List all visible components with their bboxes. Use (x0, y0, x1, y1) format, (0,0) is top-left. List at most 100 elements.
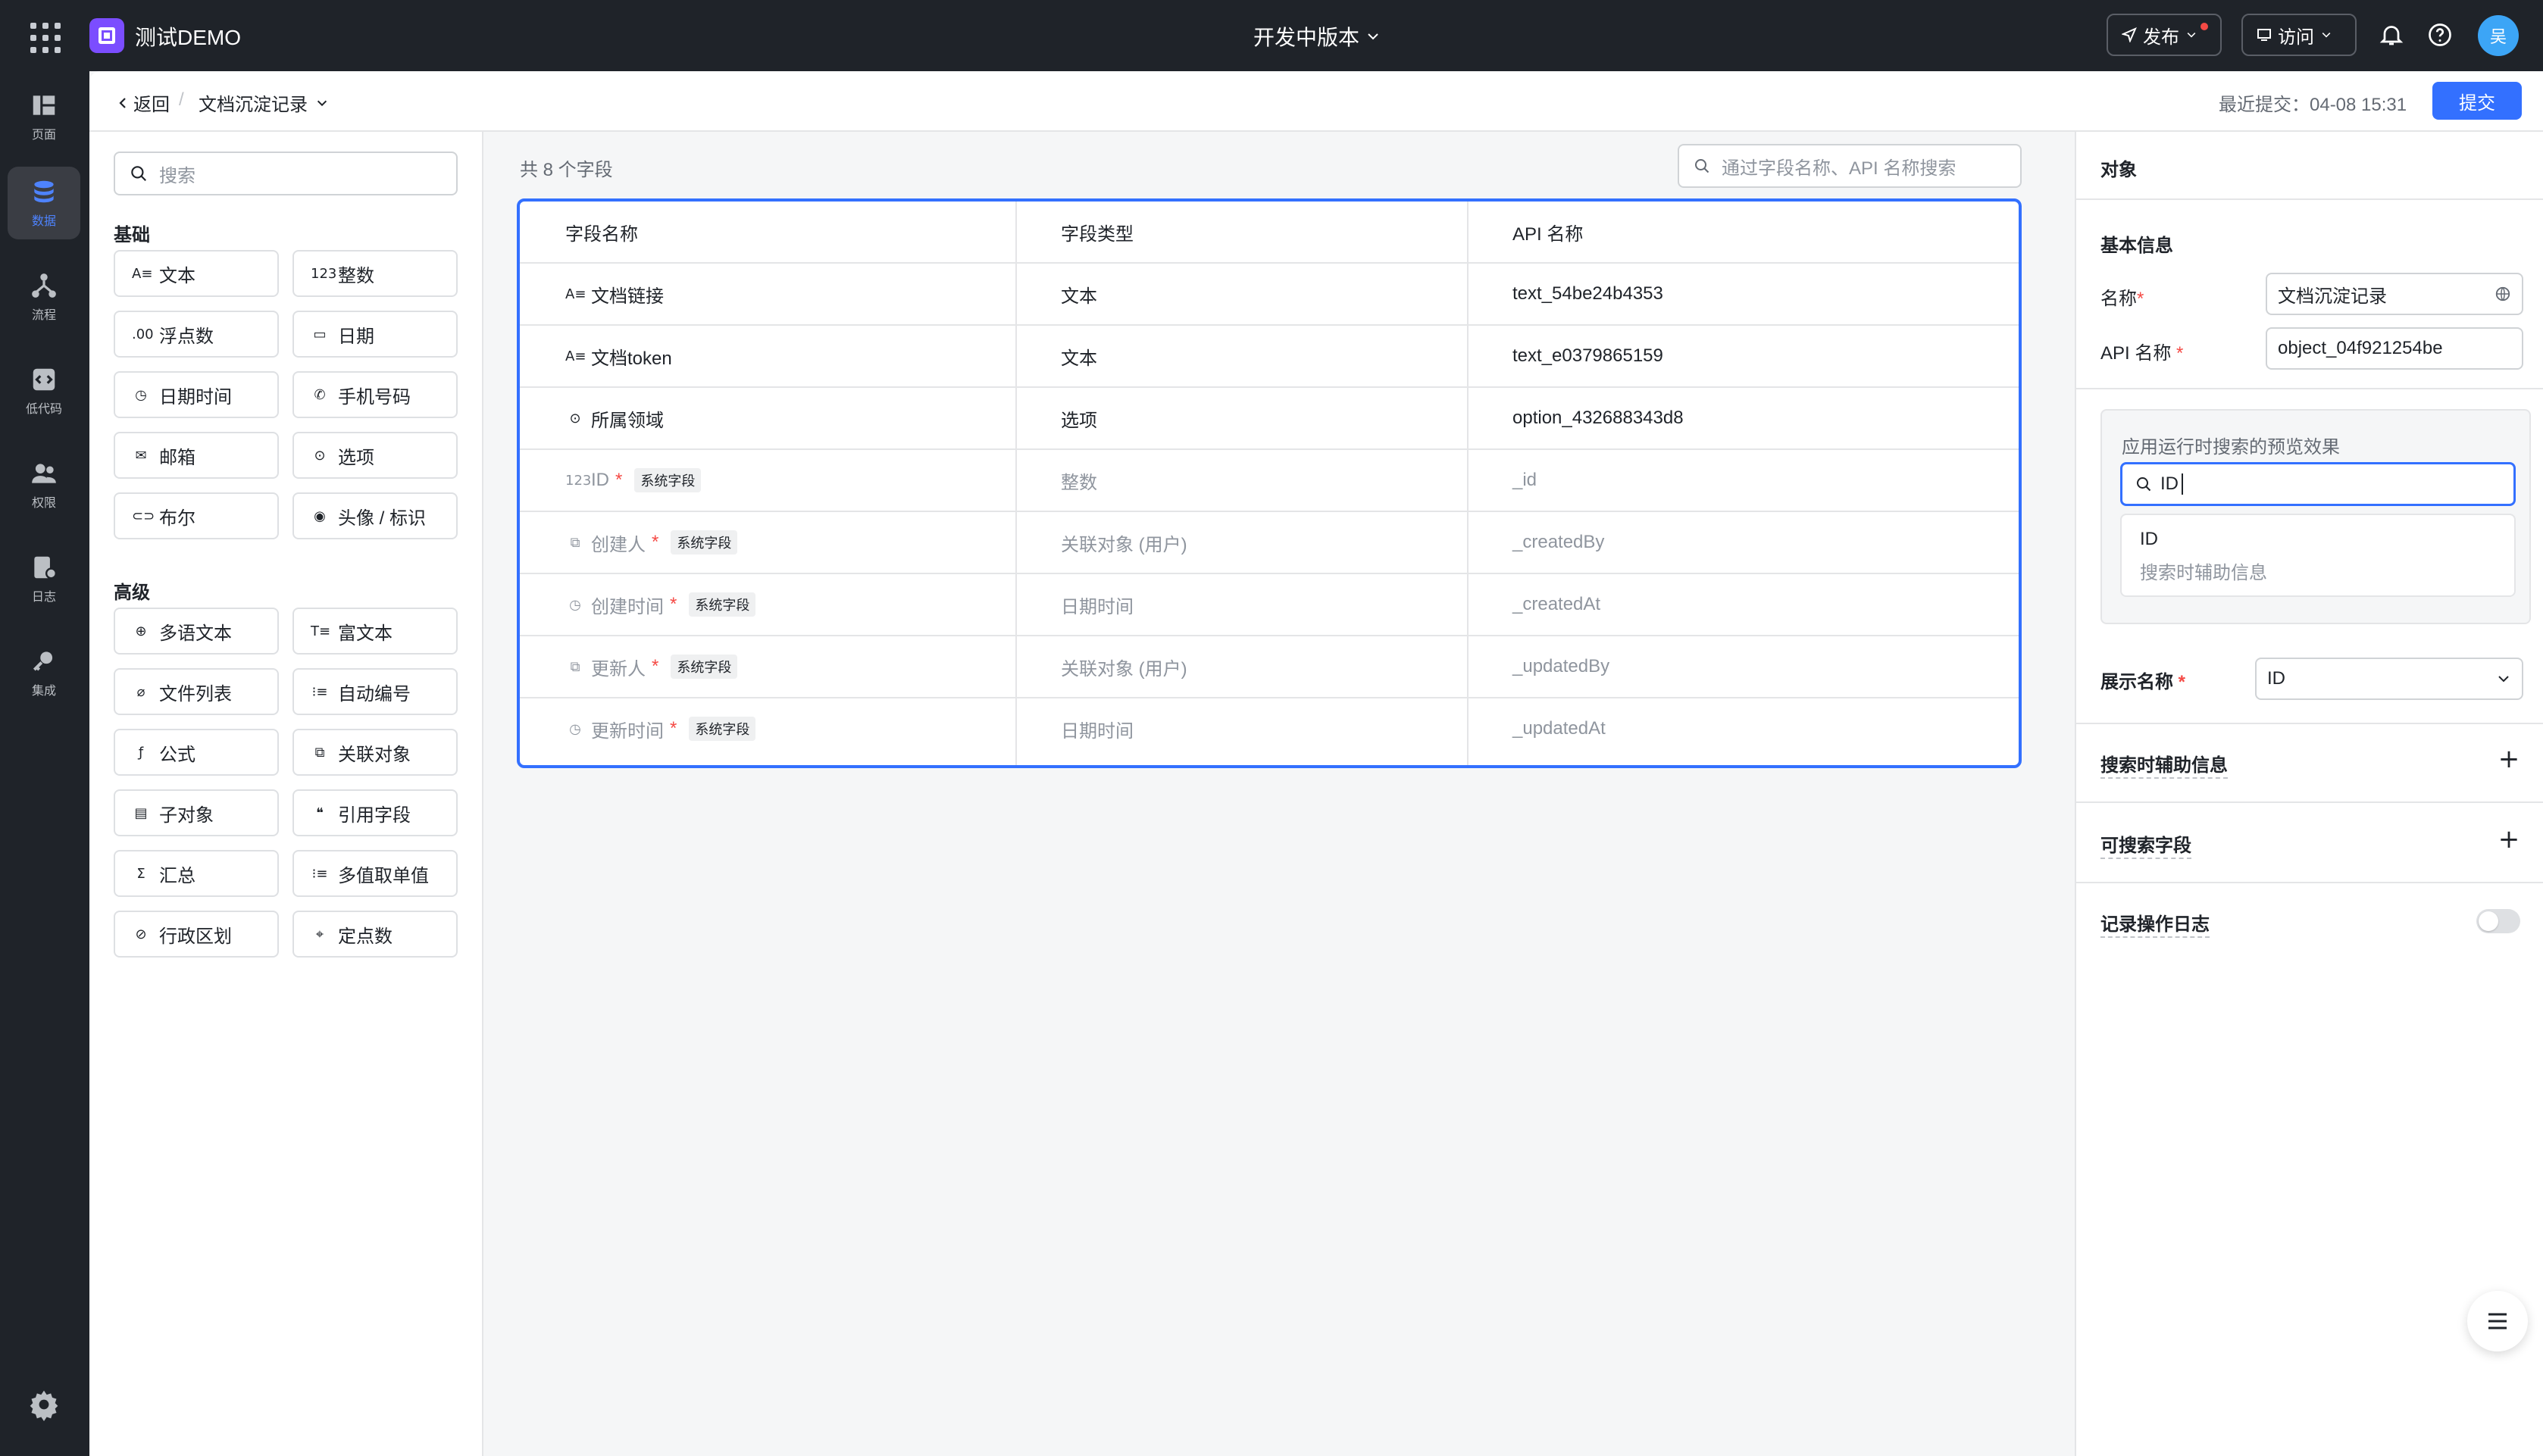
version-selector[interactable]: 开发中版本 (1253, 21, 1381, 52)
palette-search-input[interactable]: 搜索 (114, 152, 458, 195)
rail-item-flow[interactable]: 流程 (8, 261, 80, 333)
menu-fab[interactable] (2467, 1291, 2528, 1351)
app-name[interactable]: 测试DEMO (135, 21, 241, 52)
field-type-icon: A≡ (565, 348, 586, 364)
rail-item-lowcode[interactable]: 低代码 (8, 355, 80, 427)
field-type-icon: ⁝≡ (311, 683, 328, 700)
object-switcher[interactable]: 文档沉淀记录 (199, 89, 329, 116)
add-search-aux-icon[interactable]: + (2498, 746, 2520, 772)
gear-icon[interactable] (27, 1388, 61, 1421)
visit-label: 访问 (2278, 27, 2314, 48)
display-name-label-text: 展示名称 (2100, 672, 2173, 692)
preview-result-item[interactable]: ID 搜索时辅助信息 (2120, 514, 2516, 597)
field-name-cell: ⧉ 创建人 * 系统字段 (565, 512, 1012, 573)
table-row[interactable]: ⧉ 创建人 * 系统字段 关联对象 (用户) _createdBy (520, 512, 2019, 574)
app-logo[interactable] (89, 18, 124, 53)
chevron-left-icon (119, 97, 126, 108)
display-name-select[interactable]: ID (2255, 658, 2523, 700)
version-label: 开发中版本 (1253, 26, 1360, 49)
rail-item-permission[interactable]: 权限 (8, 448, 80, 521)
palette-item-basic[interactable]: ⊙ 选项 (292, 432, 458, 479)
system-field-badge: 系统字段 (689, 717, 756, 741)
field-type-icon: ✆ (314, 386, 326, 403)
palette-item-advanced[interactable]: ƒ 公式 (114, 729, 279, 776)
palette-item-basic[interactable]: A≡ 文本 (114, 250, 279, 297)
system-field-badge: 系统字段 (671, 655, 738, 679)
field-name-cell: A≡ 文档链接 (565, 264, 1012, 324)
palette-item-basic[interactable]: 123 整数 (292, 250, 458, 297)
palette-item-label: 子对象 (159, 805, 214, 826)
palette-item-advanced[interactable]: ⌖ 定点数 (292, 911, 458, 958)
breadcrumb-object-name: 文档沉淀记录 (199, 95, 308, 115)
avatar[interactable]: 吴 (2478, 15, 2519, 56)
object-name-field[interactable]: 文档沉淀记录 (2266, 273, 2523, 315)
operation-log-toggle[interactable] (2476, 909, 2520, 933)
field-name-cell: ◷ 创建时间 * 系统字段 (565, 574, 1012, 635)
palette-item-basic[interactable]: .00 浮点数 (114, 311, 279, 358)
add-searchable-field-icon[interactable]: + (2498, 826, 2520, 852)
rail-item-page[interactable]: 页面 (8, 80, 80, 153)
bell-icon[interactable] (2378, 21, 2405, 48)
field-table: 字段名称 字段类型 API 名称 A≡ 文档链接 文本 text_54be24b435… (517, 198, 2022, 768)
notification-dot (2200, 23, 2208, 30)
name-label: 名称* (2100, 283, 2144, 310)
api-name-cell: text_54be24b4353 (1512, 283, 1663, 304)
palette-item-basic[interactable]: ⊂⊃ 布尔 (114, 492, 279, 539)
field-type-icon: ◷ (135, 386, 147, 403)
help-icon[interactable] (2426, 21, 2454, 48)
field-type-cell: 关联对象 (用户) (1061, 658, 1187, 680)
table-row[interactable]: 123 ID * 系统字段 整数 _id (520, 450, 2019, 512)
rail-item-log[interactable]: 日志 (8, 542, 80, 615)
field-type-icon: A≡ (132, 265, 153, 282)
globe-icon[interactable] (2495, 286, 2511, 302)
palette-item-advanced[interactable]: Σ 汇总 (114, 850, 279, 897)
table-row[interactable]: A≡ 文档链接 文本 text_54be24b4353 (520, 264, 2019, 326)
visit-button[interactable]: 访问 (2241, 14, 2357, 56)
field-type-cell: 文本 (1061, 348, 1097, 369)
palette-item-advanced[interactable]: ⌀ 文件列表 (114, 668, 279, 715)
field-search-input[interactable]: 通过字段名称、API 名称搜索 (1678, 144, 2022, 188)
palette-item-advanced[interactable]: T≡ 富文本 (292, 608, 458, 655)
palette-item-basic[interactable]: ◷ 日期时间 (114, 371, 279, 418)
palette-item-basic[interactable]: ▭ 日期 (292, 311, 458, 358)
field-name: 所属领域 (591, 410, 664, 431)
publish-button[interactable]: 发布 (2107, 14, 2222, 56)
api-name-field[interactable]: object_04f921254be (2266, 327, 2523, 370)
palette-item-label: 头像 / 标识 (338, 508, 427, 529)
field-type-cell: 日期时间 (1061, 596, 1134, 617)
palette-item-advanced[interactable]: ▤ 子对象 (114, 789, 279, 836)
palette-item-label: 手机号码 (338, 386, 411, 408)
palette-item-advanced[interactable]: ⁝≡ 多值取单值 (292, 850, 458, 897)
table-row[interactable]: ⊙ 所属领域 选项 option_432688343d8 (520, 388, 2019, 450)
operation-log-label: 记录操作日志 (2100, 909, 2210, 938)
palette-item-advanced[interactable]: ❝ 引用字段 (292, 789, 458, 836)
app-launcher-icon[interactable] (27, 20, 61, 53)
search-icon (2137, 477, 2151, 492)
rail-item-integration[interactable]: 集成 (8, 636, 80, 709)
palette-item-label: 关联对象 (338, 744, 411, 765)
palette-item-advanced[interactable]: ⧉ 关联对象 (292, 729, 458, 776)
palette-item-advanced[interactable]: ⊘ 行政区划 (114, 911, 279, 958)
column-header-name: 字段名称 (565, 223, 638, 245)
rail-item-data[interactable]: 数据 (8, 167, 80, 239)
palette-item-advanced[interactable]: ⊕ 多语文本 (114, 608, 279, 655)
field-count: 共 8 个字段 (520, 160, 613, 180)
table-row[interactable]: A≡ 文档token 文本 text_e0379865159 (520, 326, 2019, 388)
submit-button[interactable]: 提交 (2432, 82, 2522, 120)
field-name-cell: ⧉ 更新人 * 系统字段 (565, 636, 1012, 697)
table-row[interactable]: ⧉ 更新人 * 系统字段 关联对象 (用户) _updatedBy (520, 636, 2019, 698)
field-type-icon: ⊂⊃ (132, 508, 155, 524)
palette-item-advanced[interactable]: ⁝≡ 自动编号 (292, 668, 458, 715)
palette-search-placeholder: 搜索 (159, 165, 195, 186)
column-header-api: API 名称 (1512, 223, 1584, 245)
field-name: 创建人 (591, 534, 646, 555)
palette-item-basic[interactable]: ◉ 头像 / 标识 (292, 492, 458, 539)
back-button[interactable]: 返回 (115, 89, 170, 116)
palette-item-basic[interactable]: ✆ 手机号码 (292, 371, 458, 418)
table-row[interactable]: ◷ 创建时间 * 系统字段 日期时间 _createdAt (520, 574, 2019, 636)
palette-item-basic[interactable]: ✉ 邮箱 (114, 432, 279, 479)
table-row[interactable]: ◷ 更新时间 * 系统字段 日期时间 _updatedAt (520, 698, 2019, 761)
display-name-label: 展示名称 * (2100, 667, 2185, 693)
section-basic-title: 基础 (114, 225, 150, 245)
preview-search-input[interactable]: ID (2120, 462, 2516, 506)
